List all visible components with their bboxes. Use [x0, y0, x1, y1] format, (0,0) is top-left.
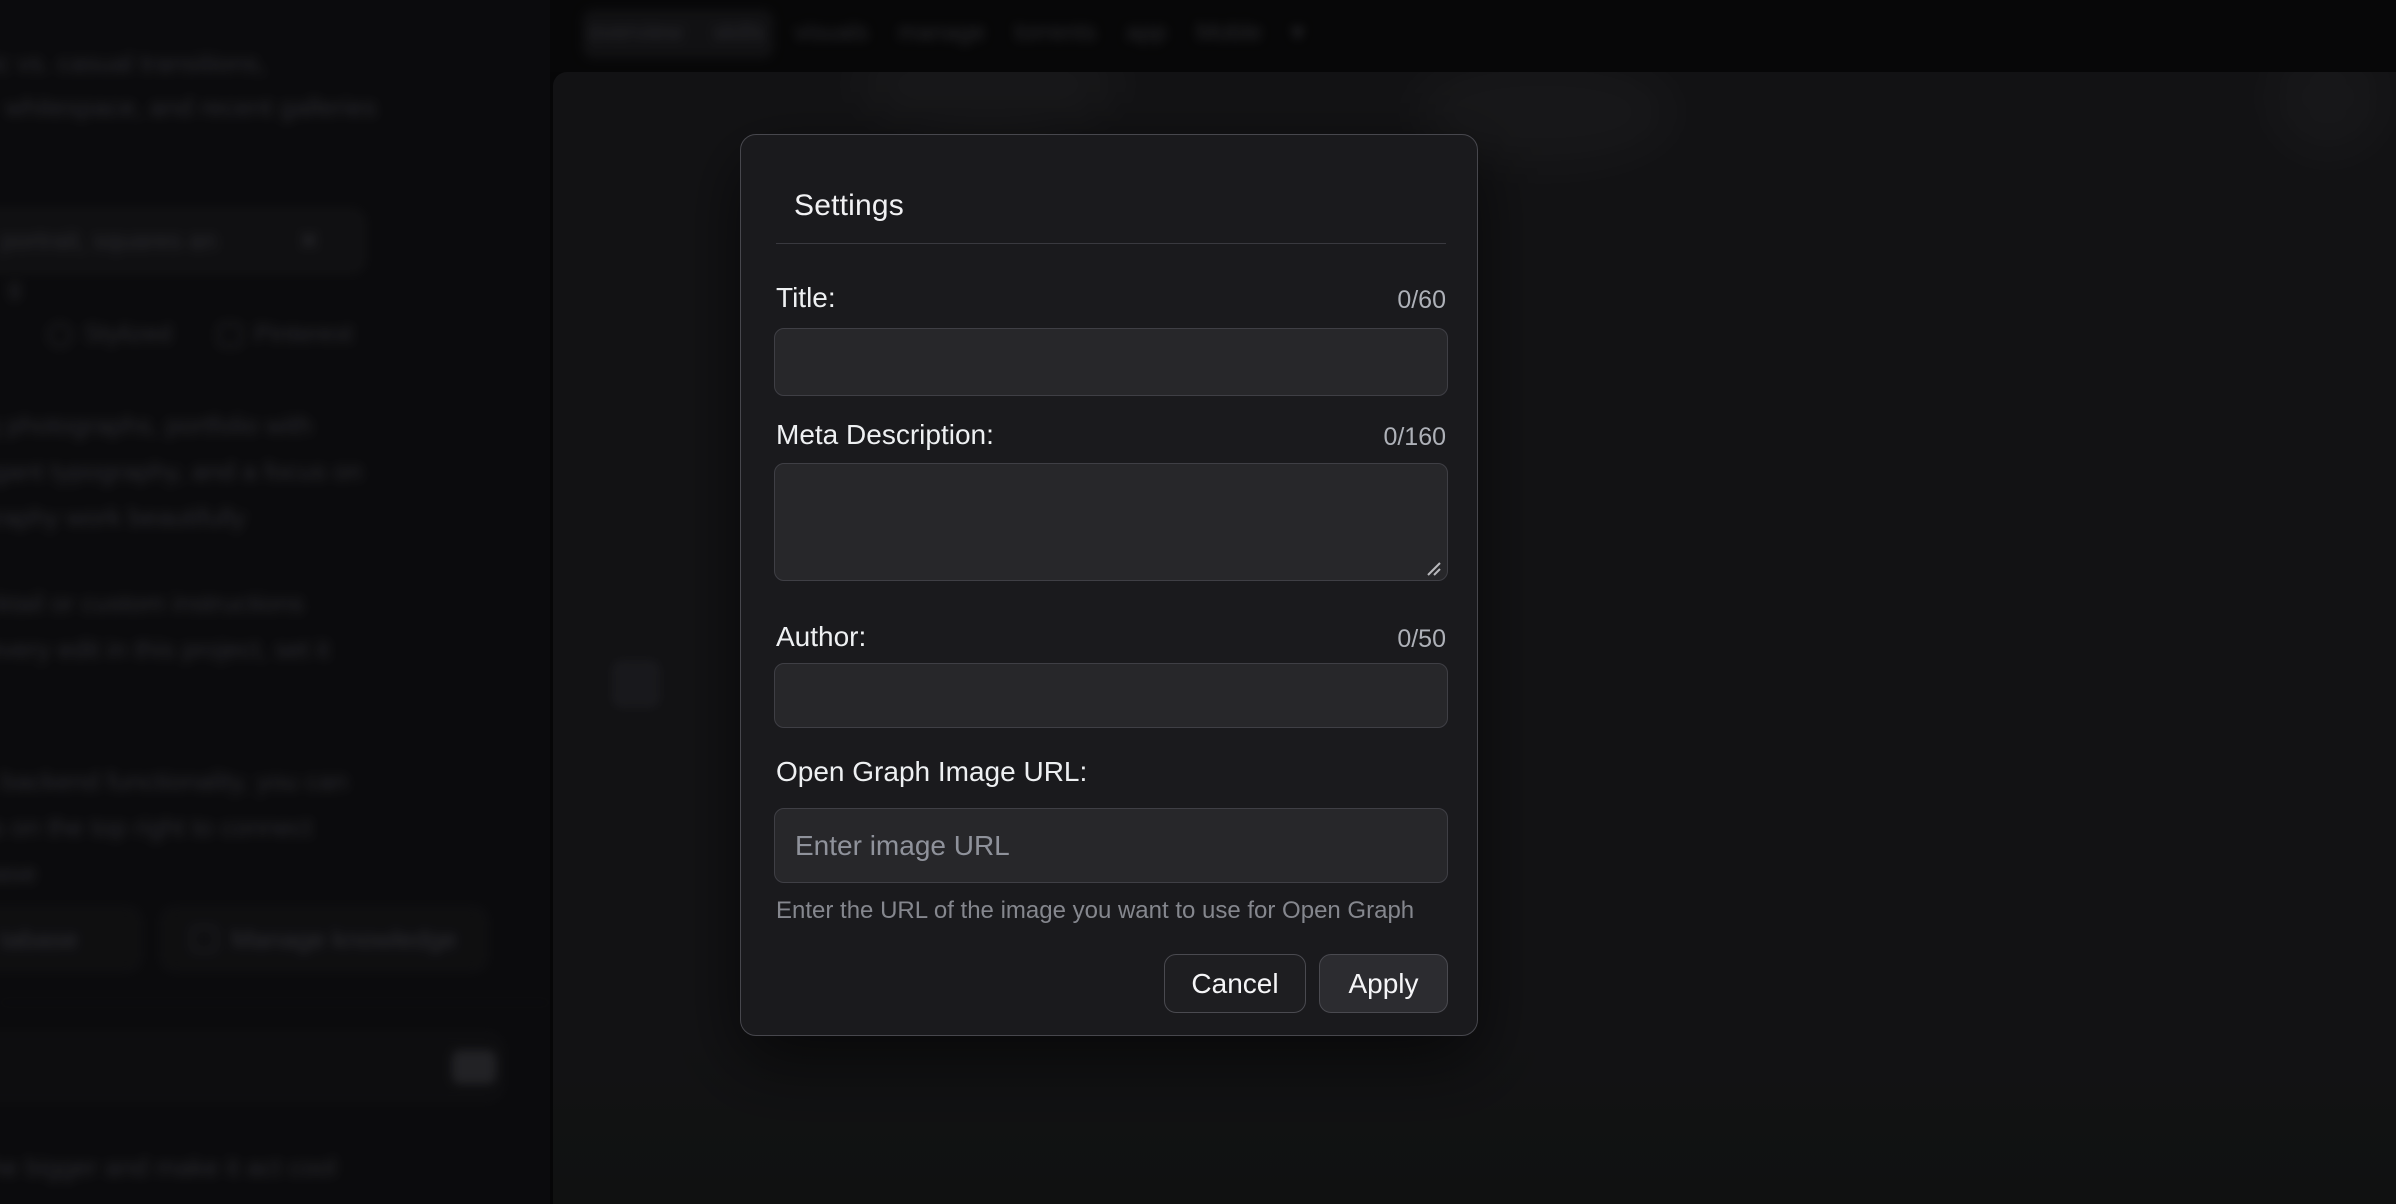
- title-label: Title:: [776, 282, 836, 314]
- cancel-button[interactable]: Cancel: [1164, 954, 1306, 1013]
- og-image-url-label: Open Graph Image URL:: [776, 756, 1087, 788]
- settings-modal: Settings Title: 0/60 Meta Description: 0…: [740, 134, 1478, 1036]
- modal-title: Settings: [794, 189, 904, 223]
- title-input[interactable]: [774, 328, 1448, 396]
- modal-title-divider: [776, 243, 1446, 244]
- author-label: Author:: [776, 621, 866, 653]
- title-char-counter: 0/60: [1397, 286, 1446, 315]
- meta-description-textarea[interactable]: [774, 463, 1448, 581]
- meta-description-char-counter: 0/160: [1383, 423, 1446, 452]
- author-input[interactable]: [774, 663, 1448, 728]
- apply-button[interactable]: Apply: [1319, 954, 1448, 1013]
- resize-handle-icon[interactable]: [1424, 559, 1442, 577]
- meta-description-label: Meta Description:: [776, 419, 994, 451]
- og-image-url-input[interactable]: [774, 808, 1448, 883]
- author-char-counter: 0/50: [1397, 625, 1446, 654]
- og-image-url-helper-text: Enter the URL of the image you want to u…: [776, 897, 1414, 925]
- app-screen: overview skills visuals manage torrents …: [0, 0, 2396, 1204]
